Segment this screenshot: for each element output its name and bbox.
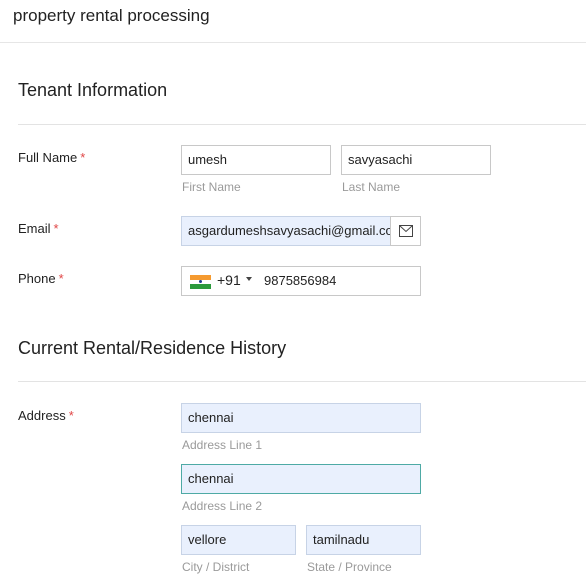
app-title: property rental processing	[13, 6, 210, 25]
last-name-input[interactable]: savyasachi	[341, 145, 491, 175]
phone-field[interactable]: +91 9875856984	[181, 266, 421, 296]
required-marker: *	[53, 221, 59, 236]
full-name-label: Full Name *	[18, 150, 85, 165]
chevron-down-icon[interactable]	[246, 277, 252, 281]
phone-label: Phone *	[18, 271, 64, 286]
address-line1-hint: Address Line 1	[182, 438, 263, 452]
full-name-label-text: Full Name	[18, 150, 78, 165]
email-input[interactable]: asgardumeshsavyasachi@gmail.cor	[181, 216, 391, 246]
address-line2-hint: Address Line 2	[182, 499, 263, 513]
city-input[interactable]: vellore	[181, 525, 296, 555]
phone-label-text: Phone	[18, 271, 56, 286]
required-marker: *	[68, 408, 74, 423]
address-label-text: Address	[18, 408, 66, 423]
email-label-text: Email	[18, 221, 51, 236]
last-name-hint: Last Name	[342, 180, 401, 194]
first-name-hint: First Name	[182, 180, 241, 194]
address-line1-input[interactable]: chennai	[181, 403, 421, 433]
envelope-icon	[399, 225, 413, 237]
phone-number-input[interactable]: 9875856984	[264, 273, 336, 288]
email-label: Email *	[18, 221, 59, 236]
address-line2-input[interactable]: chennai	[181, 464, 421, 494]
section-title-history: Current Rental/Residence History	[18, 338, 287, 358]
required-marker: *	[80, 150, 86, 165]
state-input[interactable]: tamilnadu	[306, 525, 421, 555]
address-label: Address *	[18, 408, 74, 423]
required-marker: *	[58, 271, 64, 286]
email-icon-button	[390, 216, 421, 246]
state-hint: State / Province	[307, 560, 392, 574]
first-name-input[interactable]: umesh	[181, 145, 331, 175]
header-bar: property rental processing	[0, 0, 586, 43]
india-flag-icon[interactable]	[190, 275, 211, 289]
section-divider	[18, 124, 586, 125]
country-dial-code[interactable]: +91	[217, 272, 241, 288]
section-title-tenant: Tenant Information	[18, 80, 168, 100]
section-divider	[18, 381, 586, 382]
city-hint: City / District	[182, 560, 250, 574]
